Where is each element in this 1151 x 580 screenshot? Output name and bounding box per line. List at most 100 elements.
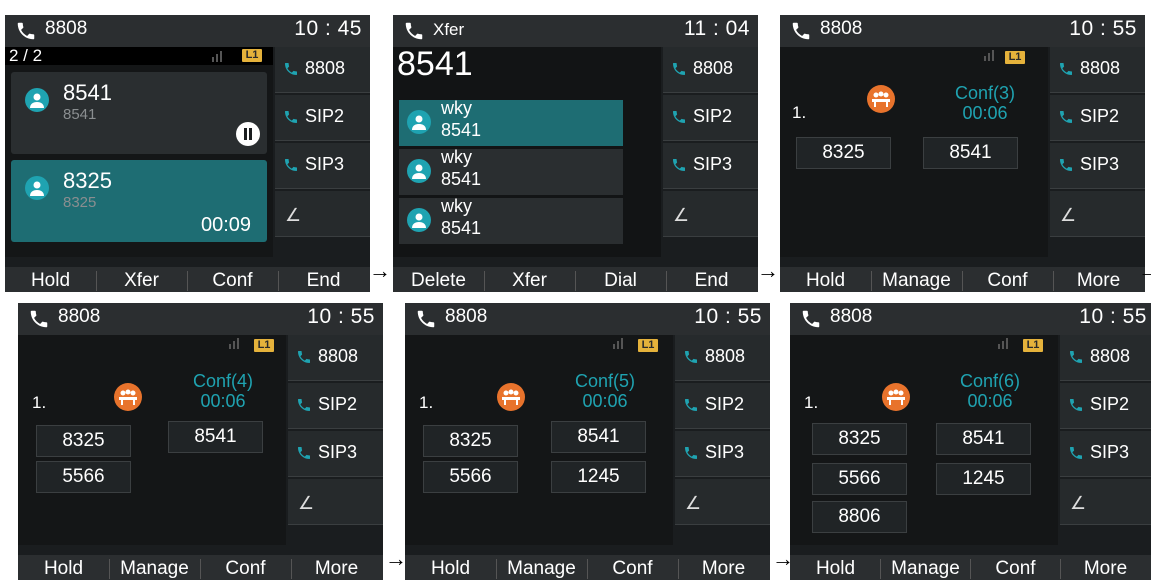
- conference-timer: 00:06: [582, 391, 628, 411]
- softkey-more[interactable]: More: [1053, 267, 1144, 292]
- contact-avatar-icon: [407, 208, 431, 232]
- softkey-manage[interactable]: Manage: [496, 555, 587, 580]
- conference-index: 1.: [32, 393, 47, 412]
- softkey-manage[interactable]: Manage: [109, 555, 200, 580]
- line-key-label: SIP2: [1080, 106, 1120, 126]
- line-key-edit[interactable]: ∠: [675, 479, 770, 525]
- participant-box[interactable]: 8541: [923, 137, 1018, 169]
- dial-input[interactable]: 8541: [397, 45, 473, 84]
- line-key-3[interactable]: SIP3: [275, 143, 370, 189]
- conference-title: Conf(6): [959, 371, 1021, 391]
- line-key-3[interactable]: SIP3: [1060, 431, 1151, 477]
- edit-icon: ∠: [285, 205, 302, 225]
- participant-box[interactable]: 8806: [812, 501, 907, 533]
- line-key-label: SIP3: [693, 154, 733, 174]
- softkey-hold[interactable]: Hold: [790, 555, 881, 580]
- softkey-conf[interactable]: Conf: [970, 555, 1061, 580]
- phone-icon: [673, 63, 685, 75]
- participant-box[interactable]: 8325: [812, 423, 907, 455]
- softkey-end[interactable]: End: [278, 267, 369, 292]
- softkey-hold[interactable]: Hold: [405, 555, 496, 580]
- softkey-manage[interactable]: Manage: [880, 555, 971, 580]
- line-key-label: 8808: [318, 346, 359, 366]
- softkey-conf[interactable]: Conf: [587, 555, 678, 580]
- softkey-manage[interactable]: Manage: [871, 267, 962, 292]
- line-badge: L1: [1005, 51, 1025, 64]
- contact-item[interactable]: wky 8541: [399, 196, 623, 244]
- step-arrow: →: [385, 546, 407, 571]
- account-title: 8808: [45, 18, 88, 39]
- participant-box[interactable]: 1245: [936, 463, 1031, 495]
- line-key-3[interactable]: SIP3: [675, 431, 770, 477]
- line-key-edit[interactable]: ∠: [1060, 479, 1151, 525]
- conference-icon: [882, 383, 910, 411]
- title-bar: Xfer 11 : 04: [393, 15, 758, 47]
- participant-box[interactable]: 8541: [936, 423, 1031, 455]
- line-key-3[interactable]: SIP3: [288, 431, 383, 477]
- phone-icon: [285, 159, 297, 171]
- softkey-more[interactable]: More: [678, 555, 769, 580]
- line-key-1[interactable]: 8808: [275, 47, 370, 93]
- call-card-held[interactable]: 8541 8541: [11, 72, 267, 154]
- line-key-2[interactable]: SIP2: [1050, 95, 1145, 141]
- line-key-2[interactable]: SIP2: [663, 95, 758, 141]
- participant-box[interactable]: 5566: [36, 461, 131, 493]
- participant-box[interactable]: 5566: [812, 463, 907, 495]
- softkey-end[interactable]: End: [666, 267, 757, 292]
- signal-icon: [984, 50, 994, 61]
- call-card-active[interactable]: 8325 8325 00:09: [11, 160, 267, 242]
- softkey-hold[interactable]: Hold: [18, 555, 109, 580]
- line-key-1[interactable]: 8808: [1060, 335, 1151, 381]
- line-key-label: SIP3: [305, 154, 345, 174]
- line-key-edit[interactable]: ∠: [1050, 191, 1145, 237]
- line-key-2[interactable]: SIP2: [1060, 383, 1151, 429]
- softkey-conf[interactable]: Conf: [187, 267, 278, 292]
- contact-item[interactable]: wky 8541: [399, 147, 623, 195]
- softkey-conf[interactable]: Conf: [962, 267, 1053, 292]
- account-title: 8808: [58, 306, 101, 327]
- softkey-xfer[interactable]: Xfer: [484, 267, 575, 292]
- participant-box[interactable]: 8325: [796, 137, 891, 169]
- participant-box[interactable]: 8325: [36, 425, 131, 457]
- softkey-more[interactable]: More: [291, 555, 382, 580]
- softkey-xfer[interactable]: Xfer: [96, 267, 187, 292]
- phone-icon: [285, 111, 297, 123]
- contact-item-selected[interactable]: wky 8541: [399, 98, 623, 146]
- participant-box[interactable]: 1245: [551, 461, 646, 493]
- line-key-1[interactable]: 8808: [1050, 47, 1145, 93]
- status-bar: 2 / 2 L1: [5, 46, 273, 65]
- softkey-delete[interactable]: Delete: [393, 267, 484, 292]
- line-key-1[interactable]: 8808: [675, 335, 770, 381]
- softkey-hold[interactable]: Hold: [5, 267, 96, 292]
- participant-box[interactable]: 8541: [168, 421, 263, 453]
- title-bar: 8808 10 : 55: [790, 303, 1151, 335]
- line-key-1[interactable]: 8808: [288, 335, 383, 381]
- line-key-edit[interactable]: ∠: [288, 479, 383, 525]
- participant-box[interactable]: 8541: [551, 421, 646, 453]
- line-key-edit[interactable]: ∠: [275, 191, 370, 237]
- call-counter: 2 / 2: [9, 46, 43, 65]
- participant-box[interactable]: 8325: [423, 425, 518, 457]
- softkey-hold[interactable]: Hold: [780, 267, 871, 292]
- line-key-3[interactable]: SIP3: [663, 143, 758, 189]
- line-key-1[interactable]: 8808: [663, 47, 758, 93]
- clock: 11 : 04: [683, 17, 750, 40]
- softkey-conf[interactable]: Conf: [200, 555, 291, 580]
- softkey-more[interactable]: More: [1060, 555, 1151, 580]
- line-key-edit[interactable]: ∠: [663, 191, 758, 237]
- softkey-bar: Hold Xfer Conf End: [5, 267, 370, 292]
- line-key-2[interactable]: SIP2: [288, 383, 383, 429]
- conference-icon: [114, 383, 142, 411]
- line-key-2[interactable]: SIP2: [275, 95, 370, 141]
- phone-icon: [1060, 111, 1072, 123]
- line-key-2[interactable]: SIP2: [675, 383, 770, 429]
- title-bar: 8808 10 : 55: [405, 303, 770, 335]
- softkey-dial[interactable]: Dial: [575, 267, 666, 292]
- step-arrow: →: [1138, 258, 1151, 283]
- line-key-3[interactable]: SIP3: [1050, 143, 1145, 189]
- phone-icon: [685, 447, 697, 459]
- participant-box[interactable]: 5566: [423, 461, 518, 493]
- softkey-bar: Hold Manage Conf More: [780, 267, 1145, 292]
- line-key-label: 8808: [1090, 346, 1131, 366]
- conference-index: 1.: [792, 103, 807, 122]
